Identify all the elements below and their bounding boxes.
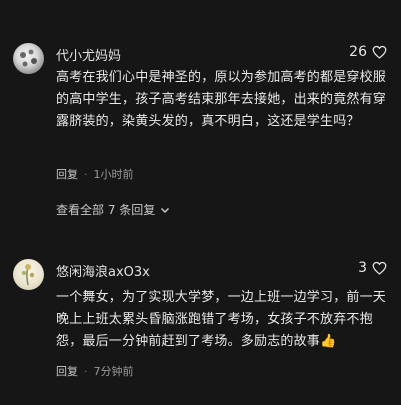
separator-dot: · — [84, 168, 88, 181]
comment-time: 7分钟前 — [93, 365, 134, 378]
like-button[interactable]: 3 — [358, 260, 387, 276]
comment-meta: 回复 · 7分钟前 — [56, 363, 134, 379]
thumbs-up-emoji-icon: 👍 — [320, 334, 337, 349]
comment-text: 高考在我们心中是神圣的，原以为参加高考的都是穿校服的高中学生，孩子高考结束那年去… — [56, 70, 387, 129]
comment-text-body: 一个舞女，为了实现大学梦，一边上班一边学习，前一天晚上上班太累头昏脑涨跑错了考场… — [56, 290, 387, 349]
comment-item: 代小尤妈妈 26 高考在我们心中是神圣的，原以为参加高考的都是穿校服的高中学生，… — [0, 0, 401, 230]
avatar[interactable] — [13, 43, 44, 74]
like-count: 26 — [349, 44, 367, 60]
like-count: 3 — [358, 260, 367, 276]
comment-username[interactable]: 代小尤妈妈 — [56, 45, 121, 64]
comment-text: 一个舞女，为了实现大学梦，一边上班一边学习，前一天晚上上班太累头昏脑涨跑错了考场… — [56, 287, 388, 353]
chevron-down-icon — [161, 207, 170, 213]
view-all-replies-button[interactable]: 查看全部 7 条回复 — [56, 201, 171, 218]
comment-time: 1小时前 — [93, 168, 134, 181]
comment-username[interactable]: 悠闲海浪axO3x — [56, 261, 150, 280]
comment-meta: 回复 · 1小时前 — [56, 166, 134, 182]
heart-outline-icon — [372, 261, 387, 275]
separator-dot: · — [84, 365, 88, 378]
reply-button[interactable]: 回复 — [56, 168, 78, 181]
view-all-replies-label: 查看全部 7 条回复 — [56, 203, 156, 217]
reply-button[interactable]: 回复 — [56, 365, 78, 378]
comment-item: 悠闲海浪axO3x 3 一个舞女，为了实现大学梦，一边上班一边学习，前一天晚上上… — [0, 230, 401, 405]
avatar[interactable] — [13, 259, 44, 290]
like-button[interactable]: 26 — [349, 44, 387, 60]
heart-outline-icon — [372, 45, 387, 59]
